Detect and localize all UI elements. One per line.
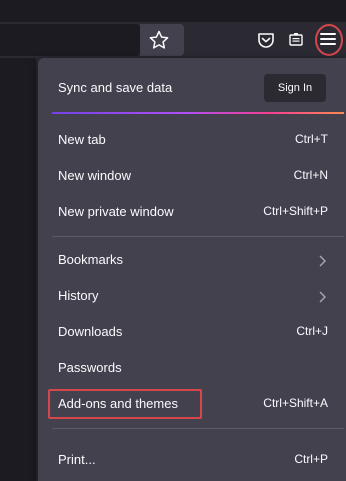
url-bar[interactable] [0,24,140,56]
app-menu-panel: Sync and save data Sign In New tab Ctrl+… [38,58,346,481]
menu-item-label: History [58,288,99,303]
chevron-right-icon [318,290,328,303]
menu-item-new-private-window[interactable]: New private window Ctrl+Shift+P [38,194,346,230]
menu-item-label: Passwords [58,360,122,375]
menu-item-label: Bookmarks [58,252,124,267]
sync-row: Sync and save data Sign In [38,70,346,106]
menu-item-add-ons-and-themes[interactable]: Add-ons and themes Ctrl+Shift+A [38,386,346,422]
menu-item-label: New window [58,168,131,183]
tab-strip [0,0,346,22]
star-icon[interactable] [147,28,171,52]
pocket-icon[interactable] [256,30,276,50]
menu-item-print[interactable]: Print... Ctrl+P [38,442,346,478]
menu-item-shortcut: Ctrl+Shift+P [263,204,328,218]
menu-item-shortcut: Ctrl+Shift+A [263,396,328,410]
menu-item-history[interactable]: History [38,278,346,314]
menu-item-shortcut: Ctrl+P [294,452,328,466]
menu-item-label: Add-ons and themes [58,396,178,411]
menu-item-label: New private window [58,204,174,219]
hamburger-menu-icon[interactable] [314,24,344,56]
menu-item-label: Downloads [58,324,123,339]
menu-item-shortcut: Ctrl+T [295,132,328,146]
menu-item-bookmarks[interactable]: Bookmarks [38,242,346,278]
menu-item-new-tab[interactable]: New tab Ctrl+T [38,122,346,158]
menu-item-label: Print... [58,452,96,467]
menu-item-passwords[interactable]: Passwords [38,350,346,386]
menu-separator [52,236,344,237]
nav-toolbar [0,22,346,58]
page-content-dark [0,58,36,481]
sign-in-button[interactable]: Sign In [264,74,326,102]
extension-icon[interactable] [286,30,306,50]
sync-divider [52,112,344,114]
menu-item-label: New tab [58,132,106,147]
menu-item-downloads[interactable]: Downloads Ctrl+J [38,314,346,350]
menu-item-new-window[interactable]: New window Ctrl+N [38,158,346,194]
menu-separator [52,428,344,429]
chevron-right-icon [318,254,328,267]
menu-item-shortcut: Ctrl+J [296,324,328,338]
menu-item-shortcut: Ctrl+N [293,168,328,182]
sync-label: Sync and save data [58,80,173,95]
